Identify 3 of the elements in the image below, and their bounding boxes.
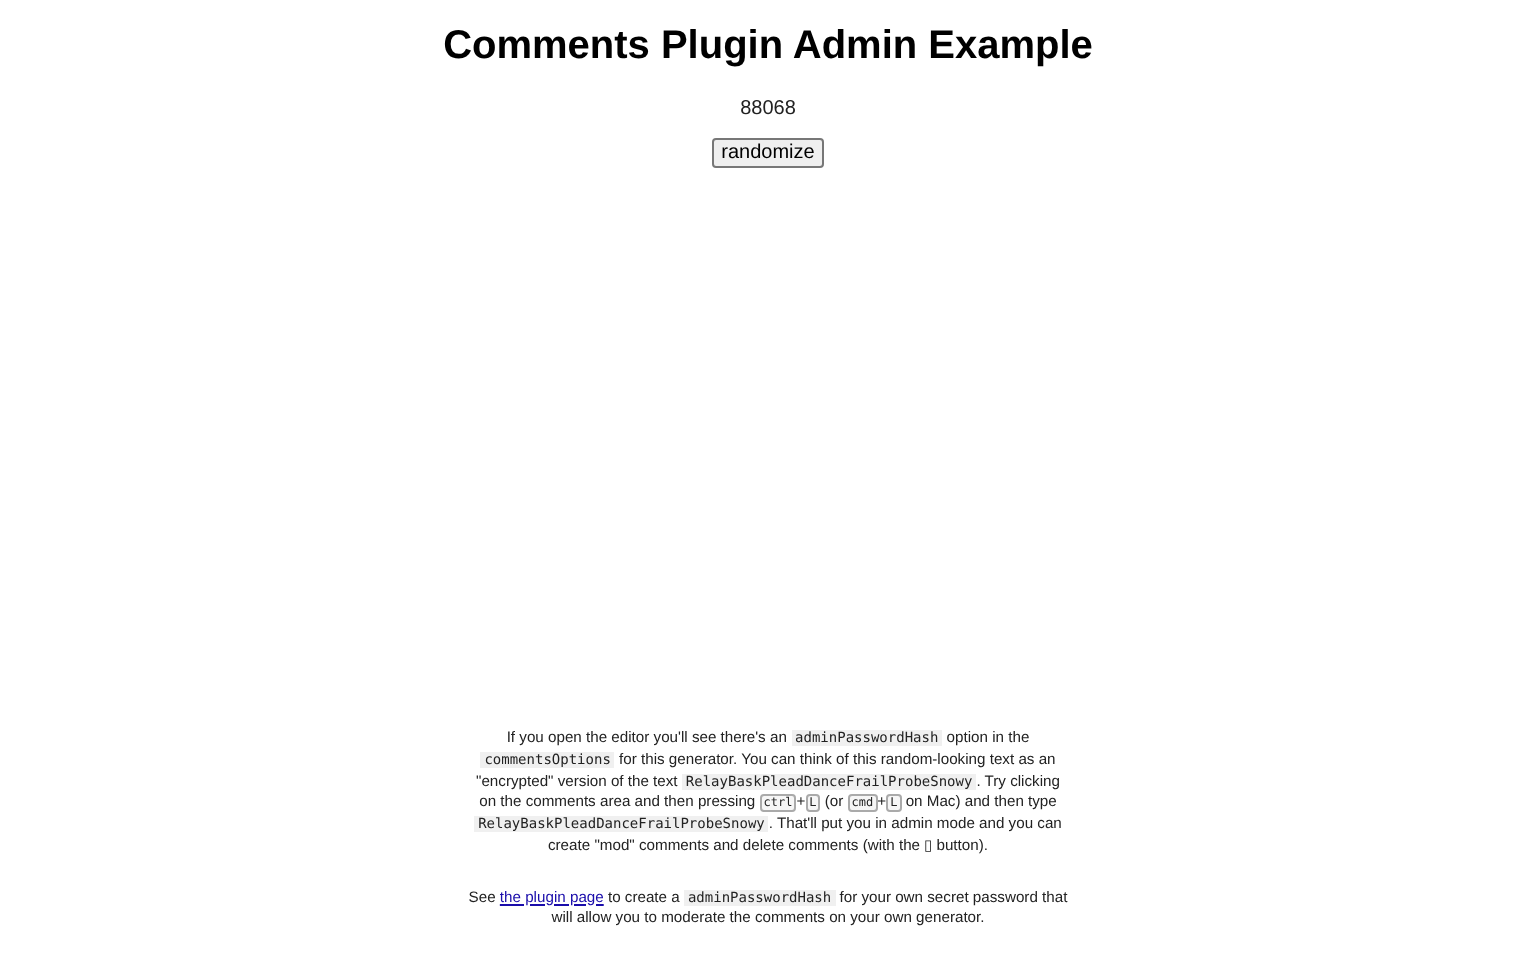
page-title: Comments Plugin Admin Example: [443, 24, 1093, 70]
number-output: 88068: [740, 98, 796, 120]
randomize-button[interactable]: randomize: [711, 138, 825, 168]
